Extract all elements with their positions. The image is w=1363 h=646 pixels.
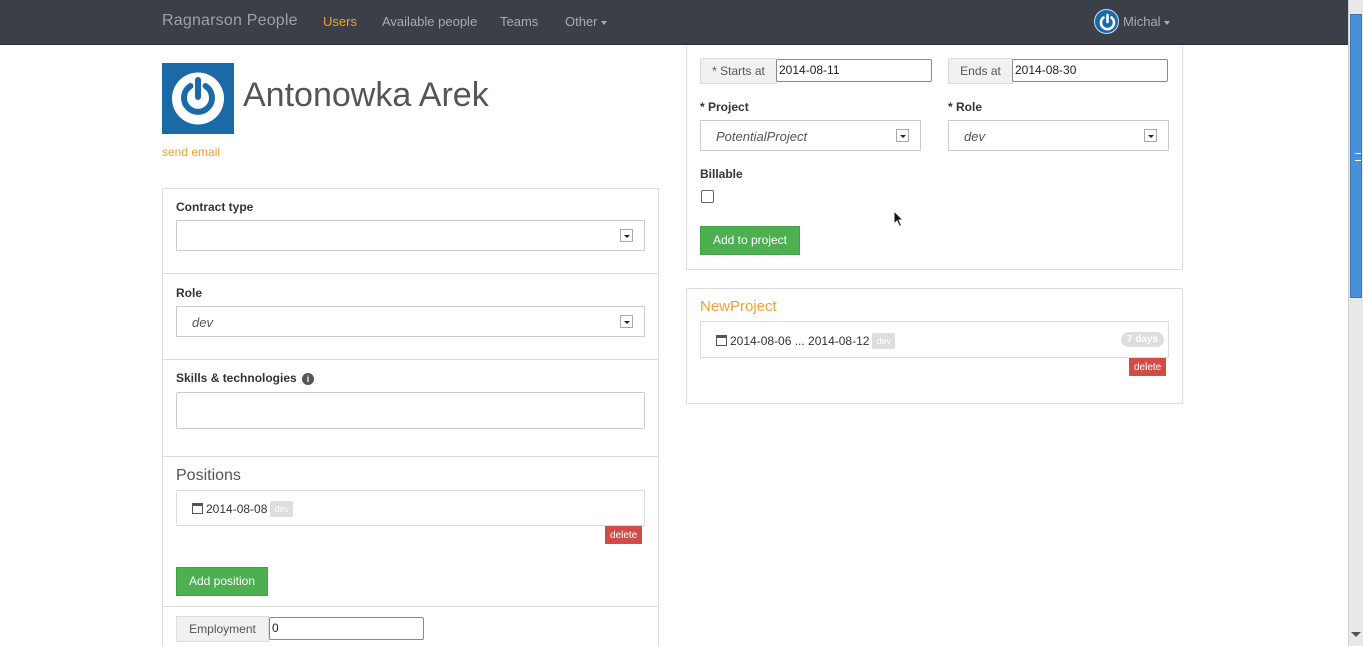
project-name-link[interactable]: NewProject <box>700 298 777 315</box>
employment-input[interactable]: 0 <box>269 617 424 640</box>
page-title: Antonowka Arek <box>243 76 489 114</box>
skills-label-text: Skills & technologies <box>176 371 297 385</box>
user-name: Michal <box>1123 14 1170 29</box>
chevron-down-icon <box>600 20 607 25</box>
positions-title: Positions <box>176 467 241 484</box>
starts-at-label: * Starts at <box>700 58 777 84</box>
billable-checkbox[interactable] <box>701 190 714 203</box>
nav-available-people[interactable]: Available people <box>382 14 477 29</box>
role-select[interactable]: dev <box>176 306 645 337</box>
project-role-label: * Role <box>948 100 983 114</box>
role-badge: dev <box>872 333 895 349</box>
mouse-cursor-icon <box>893 210 905 228</box>
nav-other-label: Other <box>565 14 598 29</box>
membership-entry: 2014-08-06 ... 2014-08-12 dev <box>716 333 895 349</box>
grip-icon <box>1355 153 1361 161</box>
project-value: PotentialProject <box>716 129 808 144</box>
top-navbar: Ragnarson People Users Available people … <box>0 0 1348 45</box>
add-membership-panel: * Starts at 2014-08-11 Ends at 2014-08-3… <box>686 46 1183 270</box>
ends-at-input[interactable]: 2014-08-30 <box>1012 59 1168 82</box>
chevron-down-icon <box>896 129 909 142</box>
list-item: 2014-08-06 ... 2014-08-12 dev 7 days <box>700 321 1169 358</box>
send-email-link[interactable]: send email <box>162 145 220 159</box>
chevron-down-icon <box>1144 129 1157 142</box>
power-logo-icon <box>1099 13 1116 31</box>
position-entry: 2014-08-08 dev <box>192 501 293 517</box>
billable-label: Billable <box>700 167 743 181</box>
project-membership-panel: NewProject 2014-08-06 ... 2014-08-12 dev … <box>686 288 1183 404</box>
employment-label: Employment <box>176 616 269 642</box>
role-section: Role dev <box>163 274 658 360</box>
positions-section: Positions 2014-08-08 dev delete Add posit… <box>163 457 658 607</box>
vertical-scrollbar[interactable] <box>1348 0 1363 646</box>
role-badge: dev <box>270 501 293 517</box>
project-role-select[interactable]: dev <box>948 120 1169 151</box>
avatar <box>1094 9 1119 34</box>
duration-badge: 7 days <box>1120 332 1164 347</box>
brand-logo-text[interactable]: Ragnarson People <box>162 12 298 30</box>
nav-teams[interactable]: Teams <box>500 14 538 29</box>
chevron-down-icon <box>620 315 633 328</box>
nav-other-dropdown[interactable]: Other <box>565 14 607 29</box>
employment-section: Employment 0 <box>163 607 658 646</box>
skills-label: Skills & technologies i <box>176 371 315 385</box>
user-details-panel: Contract type Role dev Skills & technolo… <box>162 188 659 646</box>
add-to-project-button[interactable]: Add to project <box>700 226 800 255</box>
calendar-icon <box>716 335 727 346</box>
delete-membership-button[interactable]: delete <box>1129 358 1167 376</box>
user-name-text: Michal <box>1123 14 1161 29</box>
info-icon[interactable]: i <box>302 373 315 385</box>
contract-type-label: Contract type <box>176 200 254 214</box>
profile-avatar <box>162 63 234 134</box>
ends-at-label: Ends at <box>948 58 1013 84</box>
scroll-down-arrow-icon[interactable] <box>1351 632 1361 637</box>
list-item: 2014-08-08 dev <box>176 490 645 526</box>
contract-type-section: Contract type <box>163 189 658 274</box>
position-date: 2014-08-08 <box>206 502 268 516</box>
membership-dates: 2014-08-06 ... 2014-08-12 <box>730 334 870 348</box>
chevron-down-icon <box>620 229 633 242</box>
project-role-value: dev <box>964 129 985 144</box>
delete-position-button[interactable]: delete <box>605 526 643 544</box>
contract-type-select[interactable] <box>176 220 645 251</box>
add-position-button[interactable]: Add position <box>176 567 268 596</box>
nav-users[interactable]: Users <box>323 14 357 29</box>
project-select[interactable]: PotentialProject <box>700 120 921 151</box>
scrollbar-thumb[interactable] <box>1350 14 1362 298</box>
calendar-icon <box>192 503 203 514</box>
role-label: Role <box>176 286 203 300</box>
starts-at-input[interactable]: 2014-08-11 <box>776 59 932 82</box>
role-value: dev <box>192 315 213 330</box>
skills-input[interactable] <box>176 392 645 429</box>
power-logo-icon <box>172 72 224 125</box>
chevron-down-icon <box>1163 20 1170 25</box>
skills-section: Skills & technologies i <box>163 360 658 457</box>
project-label: * Project <box>700 100 749 114</box>
